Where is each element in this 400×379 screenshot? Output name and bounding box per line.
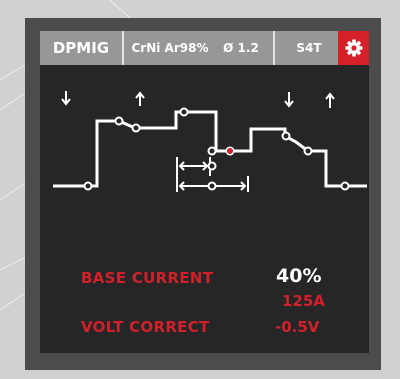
trigger-down-arrow-icon: [284, 92, 294, 108]
top-bar: DPMIG CrNi Ar98% Ø 1.2 S4T: [40, 31, 369, 65]
param-node: [340, 181, 350, 191]
wire-diameter-button[interactable]: Ø 1.2: [216, 31, 266, 65]
base-current-amps: 125A: [282, 292, 325, 310]
volt-correct-value[interactable]: -0.5V: [275, 318, 319, 336]
param-node: [179, 107, 189, 117]
param-node: [281, 131, 291, 141]
param-node: [303, 146, 313, 156]
trigger-down-arrow-icon: [61, 91, 71, 106]
param-node: [114, 116, 124, 126]
base-current-value[interactable]: 40%: [276, 265, 321, 287]
trigger-mode-button[interactable]: S4T: [286, 31, 332, 65]
welding-mode-button[interactable]: DPMIG: [40, 31, 122, 65]
param-node: [207, 161, 217, 171]
gear-icon: [345, 39, 363, 57]
param-node: [207, 146, 217, 156]
base-current-label: BASE CURRENT: [81, 269, 214, 287]
trigger-up-arrow-icon: [325, 92, 335, 108]
param-node: [83, 181, 93, 191]
volt-correct-label: VOLT CORRECT: [81, 318, 210, 336]
welding-process-diagram: [53, 91, 367, 192]
param-node: [207, 181, 217, 191]
separator: [273, 31, 275, 65]
trigger-up-arrow-icon: [135, 91, 145, 106]
settings-button[interactable]: [338, 31, 369, 65]
param-node: [131, 123, 141, 133]
selected-param-node: [225, 146, 235, 156]
material-gas-button[interactable]: CrNi Ar98%: [124, 31, 216, 65]
